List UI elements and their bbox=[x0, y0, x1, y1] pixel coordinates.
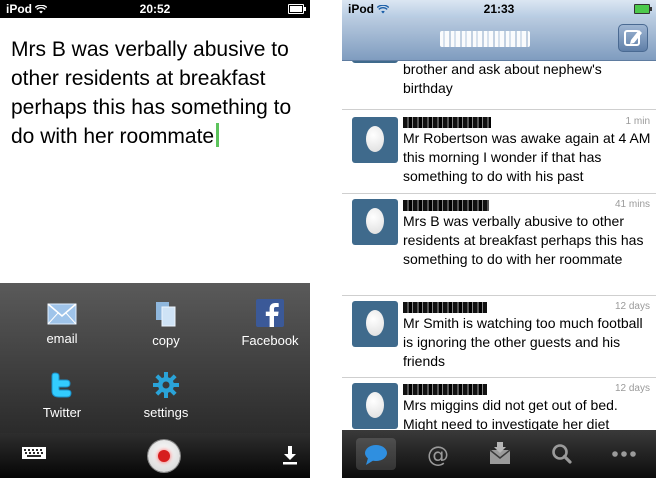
tab-search[interactable] bbox=[542, 438, 582, 470]
tweet-text: brother and ask about nephew's birthday bbox=[403, 61, 602, 96]
tweet-text: Mr Smith is watching too much football i… bbox=[403, 315, 643, 369]
share-twitter-button[interactable]: Twitter bbox=[17, 371, 107, 420]
tab-timeline[interactable] bbox=[356, 438, 396, 470]
download-icon[interactable] bbox=[282, 445, 298, 465]
avatar bbox=[352, 117, 398, 163]
compose-icon bbox=[624, 30, 642, 46]
share-copy-label: copy bbox=[152, 333, 180, 348]
messages-icon bbox=[489, 442, 511, 464]
tweet-username-redacted bbox=[403, 117, 491, 128]
tweet-item[interactable]: 12 days Mrs miggins did not get out of b… bbox=[342, 378, 656, 430]
tweet-time: 41 mins bbox=[614, 199, 650, 210]
share-twitter-label: Twitter bbox=[42, 405, 82, 420]
tweet-item[interactable]: nephew's birthday must call her brother … bbox=[342, 61, 656, 110]
search-icon bbox=[552, 444, 572, 464]
tweet-text: Mr Robertson was awake again at 4 AM thi… bbox=[403, 130, 651, 184]
tweet-text: Mrs miggins did not get out of bed. Migh… bbox=[403, 397, 618, 430]
twitter-icon bbox=[51, 372, 72, 398]
facebook-icon bbox=[256, 299, 284, 327]
tab-messages[interactable] bbox=[480, 438, 520, 470]
bottom-toolbar bbox=[0, 433, 310, 478]
share-copy-button[interactable]: copy bbox=[121, 301, 211, 348]
battery-icon bbox=[288, 4, 306, 14]
tweet-time: 12 days bbox=[614, 301, 650, 312]
share-panel: email copy Facebook Twitter settings bbox=[0, 283, 310, 433]
tweet-time: 1 min bbox=[625, 116, 650, 127]
compose-button[interactable] bbox=[618, 24, 648, 52]
more-icon bbox=[612, 451, 636, 457]
avatar bbox=[352, 383, 398, 429]
tab-more[interactable] bbox=[604, 438, 644, 470]
tweet-item[interactable]: 1 min Mr Robertson was awake again at 4 … bbox=[342, 110, 656, 194]
note-text-area[interactable]: Mrs B was verbally abusive to other resi… bbox=[11, 35, 301, 151]
status-bar: iPod 21:33 bbox=[342, 0, 656, 18]
avatar bbox=[352, 61, 398, 63]
nav-bar bbox=[342, 18, 656, 61]
account-title-redacted bbox=[440, 31, 530, 47]
tweet-username-redacted bbox=[403, 302, 487, 313]
timeline-icon bbox=[365, 445, 387, 465]
share-facebook-button[interactable]: Facebook bbox=[225, 299, 310, 348]
share-facebook-label: Facebook bbox=[241, 333, 299, 348]
twitter-app-screen: iPod 21:33 nephew's birthday must call h… bbox=[342, 0, 656, 478]
tweet-item[interactable]: 41 mins Mrs B was verbally abusive to ot… bbox=[342, 194, 656, 296]
record-button[interactable] bbox=[148, 440, 180, 472]
status-bar: iPod 20:52 bbox=[0, 0, 310, 18]
share-settings-label: settings bbox=[143, 405, 189, 420]
tweet-username-redacted bbox=[403, 200, 489, 211]
avatar bbox=[352, 199, 398, 245]
tweet-username-redacted bbox=[403, 384, 487, 395]
share-email-label: email bbox=[46, 331, 78, 346]
envelope-icon bbox=[47, 303, 77, 325]
tweet-text: Mrs B was verbally abusive to other resi… bbox=[403, 213, 644, 267]
copy-icon bbox=[156, 302, 176, 327]
avatar bbox=[352, 301, 398, 347]
status-time: 20:52 bbox=[139, 2, 171, 16]
share-email-button[interactable]: email bbox=[17, 303, 107, 346]
tweet-item[interactable]: 12 days Mr Smith is watching too much fo… bbox=[342, 296, 656, 378]
tab-mentions[interactable]: @ bbox=[418, 438, 458, 470]
keyboard-icon[interactable] bbox=[22, 447, 46, 459]
mentions-icon: @ bbox=[427, 443, 449, 468]
tweet-time: 12 days bbox=[614, 383, 650, 394]
status-time: 21:33 bbox=[483, 2, 515, 16]
tab-bar: @ bbox=[342, 430, 656, 478]
gear-icon bbox=[153, 372, 179, 398]
note-app-screen: iPod 20:52 Mrs B was verbally abusive to… bbox=[0, 0, 310, 478]
timeline-feed[interactable]: nephew's birthday must call her brother … bbox=[342, 61, 656, 430]
svg-text:@: @ bbox=[427, 443, 449, 468]
note-text: Mrs B was verbally abusive to other resi… bbox=[11, 38, 292, 148]
text-cursor bbox=[216, 123, 220, 147]
share-settings-button[interactable]: settings bbox=[121, 371, 211, 420]
battery-icon bbox=[634, 4, 652, 14]
